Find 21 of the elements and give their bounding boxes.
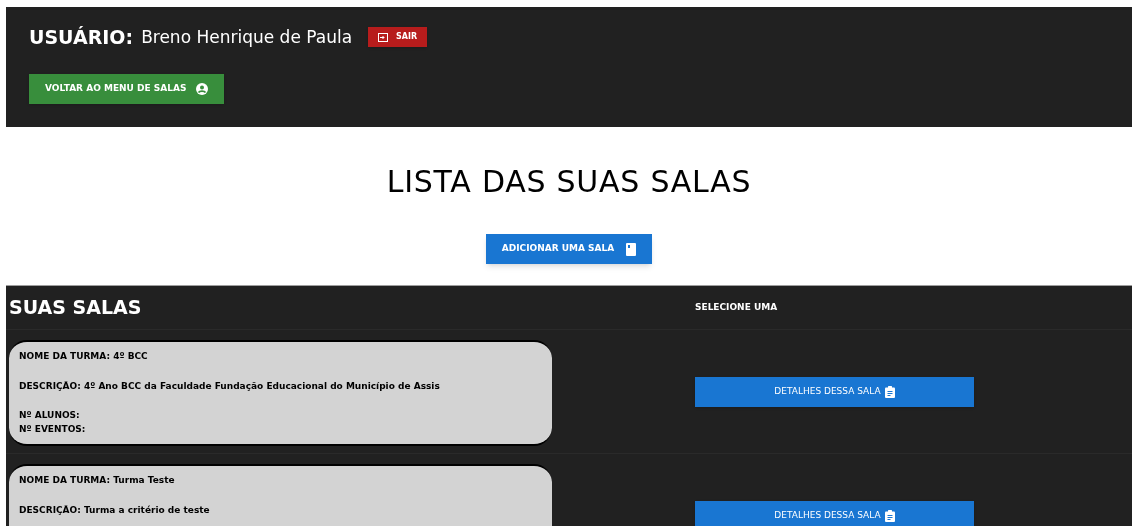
user-icon [196,82,209,95]
room-details-button[interactable]: DETALHES DESSA SALA [695,376,974,407]
room-field: Nº EVENTOS: [19,422,542,436]
room-field: NOME DA TURMA: Turma Teste [19,474,542,488]
book-icon [626,242,637,256]
room-field: Nº ALUNOS: [19,409,542,423]
back-button[interactable]: VOLTAR AO MENU DE SALAS [29,73,225,104]
column-header: SELECIONE UMA [695,300,778,314]
column-header: SUAS SALAS [9,295,142,321]
clipboard-icon [884,509,895,522]
user-name: Breno Henrique de Paula [141,25,353,49]
room-field: DESCRIÇÃO: 4º Ano BCC da Faculdade Fundação Educacional do Município de Assis [19,379,542,393]
room-details-button[interactable]: DETALHES DESSA SALA [695,500,974,526]
add-room-button[interactable]: ADICIONAR UMA SALA [485,234,653,264]
exit-icon [378,32,389,42]
room-field: NOME DA TURMA: 4º BCC [19,350,542,364]
user-label: USUÁRIO: [29,25,134,50]
clipboard-icon [884,385,895,398]
room-field: DESCRIÇÃO: Turma a critério de teste [19,503,542,517]
logout-button[interactable]: SAIR [368,27,428,48]
page-title: LISTA DAS SUAS SALAS [386,163,752,201]
